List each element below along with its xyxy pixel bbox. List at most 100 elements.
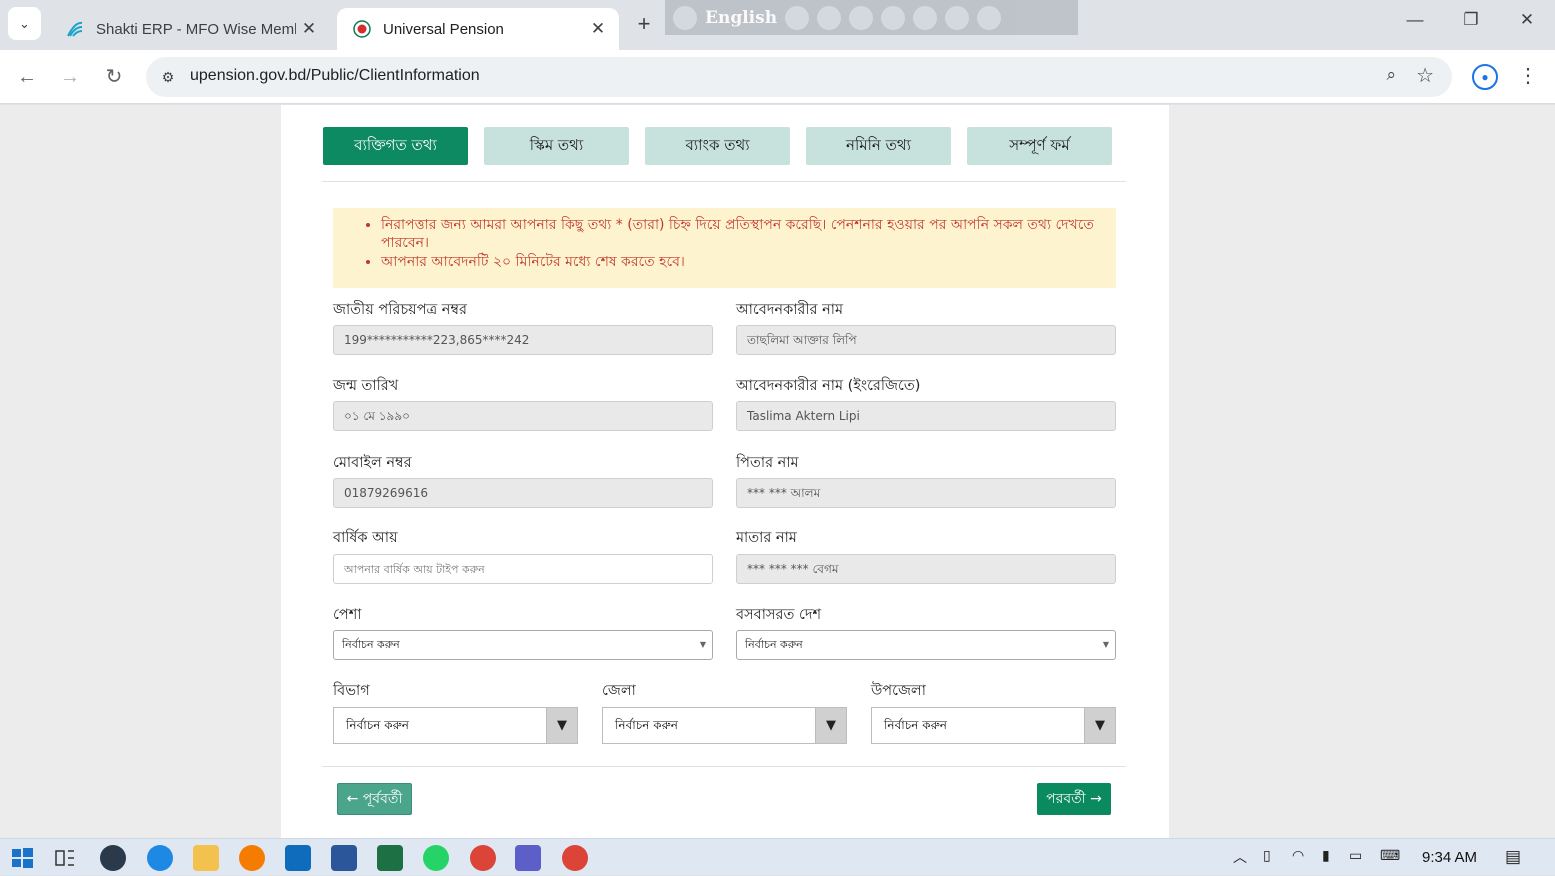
occupation-selected: নির্বাচন করুন: [342, 638, 400, 651]
step-nominee-info[interactable]: নমিনি তথ্য: [806, 127, 951, 165]
page-viewport: ব্যক্তিগত তথ্য স্কিম তথ্য ব্যাংক তথ্য নম…: [0, 105, 1555, 838]
step-personal-info[interactable]: ব্যক্তিগত তথ্য: [323, 127, 468, 165]
teams-icon[interactable]: [515, 845, 541, 871]
profile-icon[interactable]: ●: [1472, 64, 1498, 90]
upazila-selected: নির্বাচন করুন: [884, 718, 947, 732]
window-close-icon[interactable]: ✕: [1512, 10, 1542, 30]
microphone-icon[interactable]: ▮: [1322, 847, 1330, 864]
wifi-icon[interactable]: ◠: [1292, 847, 1304, 864]
whatsapp-icon[interactable]: [423, 845, 449, 871]
security-notice: নিরাপত্তার জন্য আমরা আপনার কিছু তথ্য * (…: [333, 208, 1116, 288]
nid-field: 199***********223,865****242: [333, 325, 713, 355]
tab-search-button[interactable]: ⌄: [8, 7, 41, 40]
help-icon[interactable]: [945, 5, 970, 30]
start-windows-icon[interactable]: [9, 845, 35, 871]
notifications-icon[interactable]: ▤: [1505, 847, 1521, 867]
country-select[interactable]: নির্বাচন করুন ▼: [736, 630, 1116, 660]
division-selected: নির্বাচন করুন: [346, 718, 409, 732]
district-selected: নির্বাচন করুন: [615, 718, 678, 732]
chrome-icon[interactable]: [470, 845, 496, 871]
reload-icon[interactable]: ↻: [101, 64, 127, 90]
upazila-label: উপজেলা: [871, 683, 926, 699]
settings-icon[interactable]: [881, 5, 906, 30]
country-selected: নির্বাচন করুন: [745, 638, 803, 651]
dropdown-arrow-icon[interactable]: ▼: [546, 708, 577, 743]
forward-icon[interactable]: →: [57, 64, 83, 90]
notice-item: নিরাপত্তার জন্য আমরা আপনার কিছু তথ্য * (…: [381, 216, 1100, 252]
next-button[interactable]: পরবর্তী →: [1037, 783, 1111, 815]
menu-kebab-icon[interactable]: ⋮: [1518, 63, 1538, 88]
father-name-field: *** *** আলম: [736, 478, 1116, 508]
minimize-bar-icon[interactable]: [817, 5, 842, 30]
bookmark-star-icon[interactable]: ☆: [1416, 63, 1434, 88]
annual-income-field: [333, 554, 713, 584]
back-icon[interactable]: ←: [14, 64, 40, 90]
divider: [322, 766, 1126, 767]
step-complete-form[interactable]: সম্পূর্ণ ফর্ম: [967, 127, 1112, 165]
app-n-icon[interactable]: [100, 845, 126, 871]
pension-logo-icon: [353, 20, 371, 38]
mobile-label: মোবাইল নম্বর: [333, 455, 412, 471]
application-form-card: ব্যক্তিগত তথ্য স্কিম তথ্য ব্যাংক তথ্য নম…: [281, 105, 1169, 838]
task-view-icon[interactable]: [52, 845, 78, 871]
close-icon[interactable]: [977, 5, 1002, 30]
keyboard-icon[interactable]: [673, 5, 697, 30]
dob-label: জন্ম তারিখ: [333, 378, 399, 394]
close-tab-icon[interactable]: ✕: [296, 19, 322, 39]
mother-name-field: *** *** *** বেগম: [736, 554, 1116, 584]
keyboard-icon[interactable]: ⌨: [1380, 847, 1400, 864]
previous-button[interactable]: ← পূর্ববর্তী: [337, 783, 412, 815]
applicant-name-field: তাছলিমা আক্তার লিপি: [736, 325, 1116, 355]
occupation-select[interactable]: নির্বাচন করুন ▼: [333, 630, 713, 660]
window-minimize-icon[interactable]: —: [1400, 10, 1430, 30]
zoom-icon[interactable]: ⌕: [1386, 65, 1396, 85]
close-tab-icon[interactable]: ✕: [585, 19, 611, 39]
mobile-field: 01879269616: [333, 478, 713, 508]
file-explorer-icon[interactable]: [193, 845, 219, 871]
chevron-down-icon: ▼: [699, 640, 706, 649]
district-select[interactable]: নির্বাচন করুন ▼: [602, 707, 847, 744]
chrome-icon[interactable]: [562, 845, 588, 871]
firefox-icon[interactable]: [239, 845, 265, 871]
applicant-name-en-field: Taslima Aktern Lipi: [736, 401, 1116, 431]
battery-icon[interactable]: ▭: [1349, 847, 1362, 864]
dropdown-arrow-icon[interactable]: ▼: [1084, 708, 1115, 743]
device-icon[interactable]: ▯: [1263, 847, 1271, 864]
address-bar[interactable]: ⚙ upension.gov.bd/Public/ClientInformati…: [146, 57, 1452, 97]
mouse-icon[interactable]: [849, 5, 874, 30]
dob-field: ০১ মে ১৯৯০: [333, 401, 713, 431]
mother-name-label: মাতার নাম: [736, 530, 797, 546]
upazila-select[interactable]: নির্বাচন করুন ▼: [871, 707, 1116, 744]
outlook-icon[interactable]: [285, 845, 311, 871]
country-label: বসবাসরত দেশ: [736, 607, 822, 623]
edge-icon[interactable]: [147, 845, 173, 871]
division-label: বিভাগ: [333, 683, 370, 699]
language-toolbar: English: [665, 0, 1078, 35]
show-hidden-icons-icon[interactable]: ︿: [1233, 847, 1247, 867]
language-label[interactable]: English: [705, 8, 777, 28]
tab-title: Universal Pension: [383, 20, 504, 38]
url-text[interactable]: upension.gov.bd/Public/ClientInformation: [190, 67, 480, 85]
annual-income-input[interactable]: [344, 556, 702, 583]
applicant-name-en-label: আবেদনকারীর নাম (ইংরেজিতে): [736, 378, 921, 394]
annual-income-label: বার্ষিক আয়: [333, 530, 398, 546]
tab-shakti-erp[interactable]: Shakti ERP - MFO Wise Membe ✕: [50, 8, 330, 50]
clock[interactable]: 9:34 AM: [1422, 849, 1477, 866]
chevron-down-icon: ▼: [1102, 640, 1109, 649]
step-bank-info[interactable]: ব্যাংক তথ্য: [645, 127, 790, 165]
excel-icon[interactable]: [377, 845, 403, 871]
browser-tab-strip: ⌄ Shakti ERP - MFO Wise Membe ✕ Universa…: [0, 0, 1555, 50]
shakti-logo-icon: [66, 20, 84, 38]
dropdown-icon[interactable]: [785, 5, 810, 30]
globe-icon[interactable]: [913, 5, 938, 30]
father-name-label: পিতার নাম: [736, 455, 799, 471]
window-restore-icon[interactable]: ❐: [1456, 10, 1486, 30]
occupation-label: পেশা: [333, 607, 362, 623]
new-tab-icon[interactable]: +: [632, 12, 656, 36]
tab-universal-pension[interactable]: Universal Pension ✕: [337, 8, 619, 50]
step-scheme-info[interactable]: স্কিম তথ্য: [484, 127, 629, 165]
site-info-icon[interactable]: ⚙: [156, 65, 180, 89]
division-select[interactable]: নির্বাচন করুন ▼: [333, 707, 578, 744]
dropdown-arrow-icon[interactable]: ▼: [815, 708, 846, 743]
word-icon[interactable]: [331, 845, 357, 871]
